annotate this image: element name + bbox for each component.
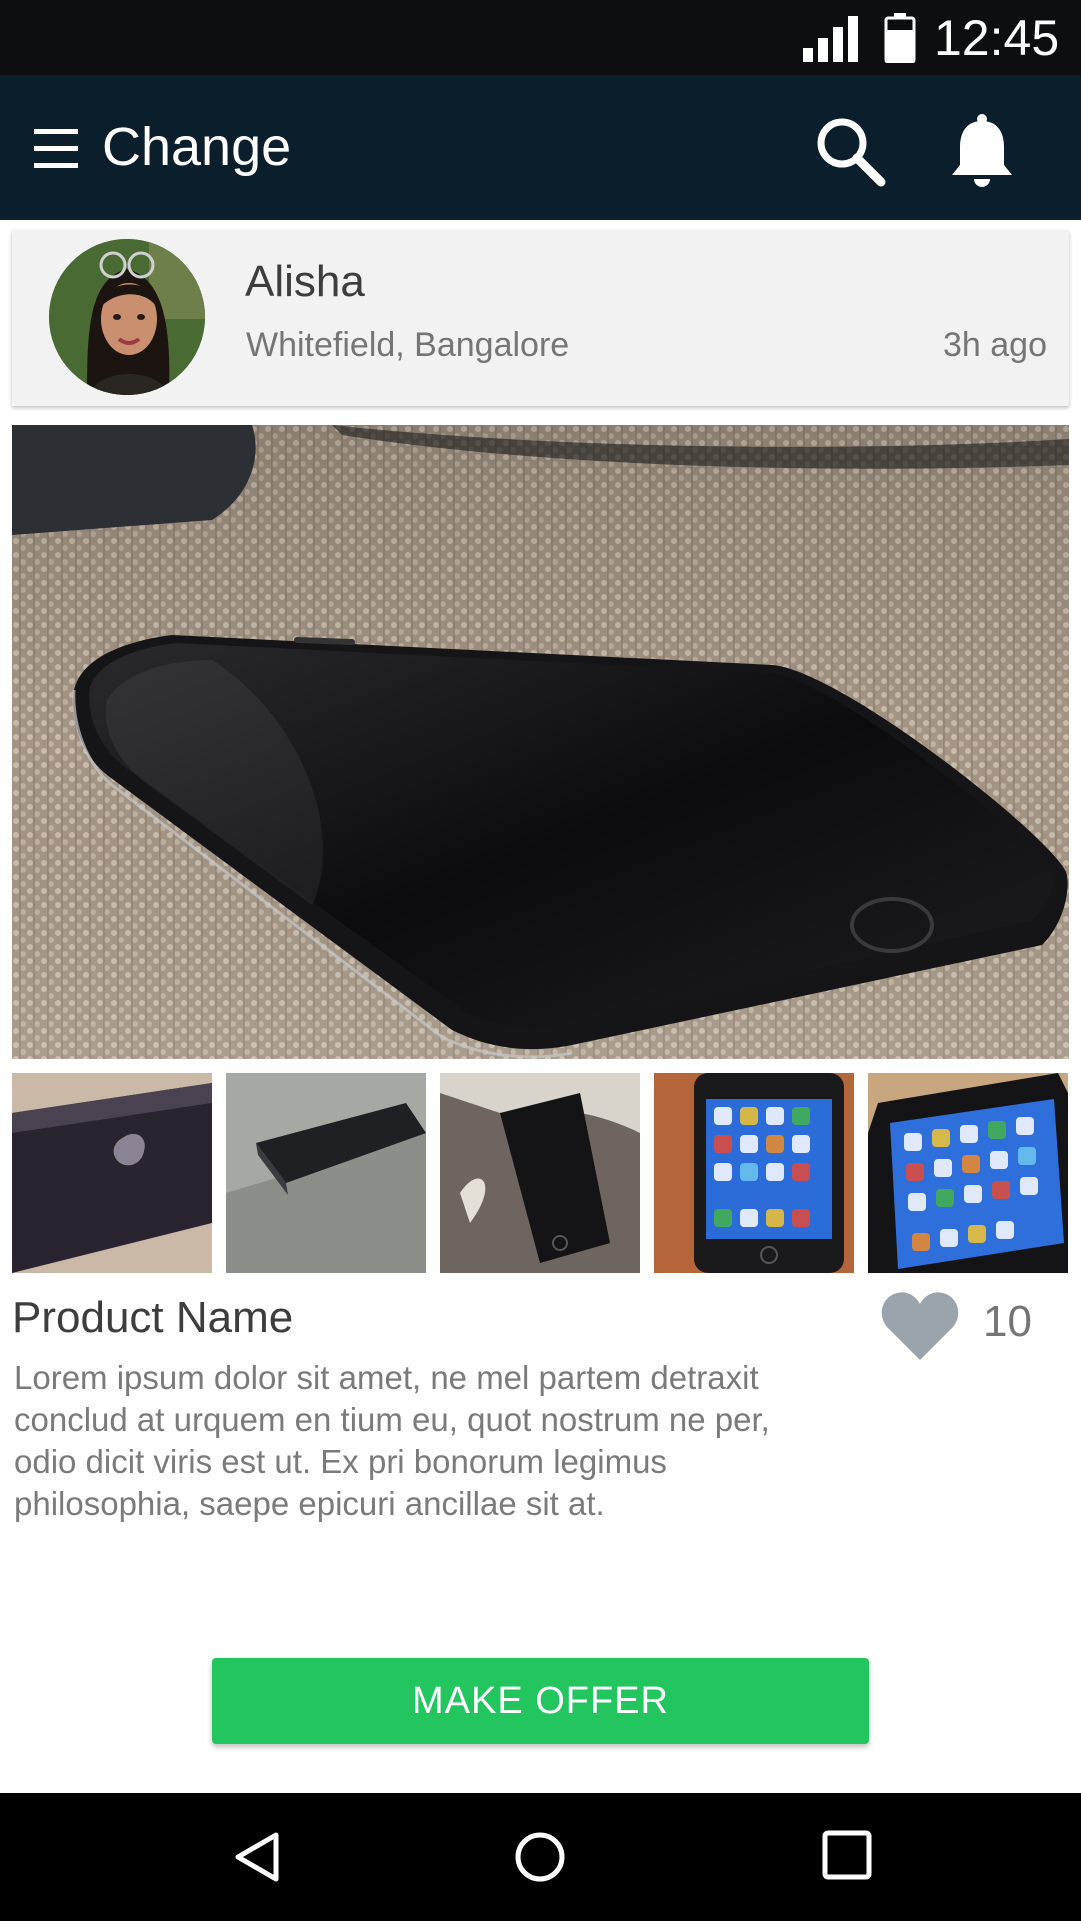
product-main-photo[interactable] [12,425,1069,1059]
thumbnail-5[interactable] [868,1073,1068,1273]
seller-card[interactable]: Alisha Whitefield, Bangalore 3h ago [12,230,1069,406]
seller-name[interactable]: Alisha [245,256,365,308]
thumbnail-3[interactable] [440,1073,640,1273]
home-icon[interactable] [512,1829,568,1885]
app-screen: 12:45 Change Alisha Whitefield, Bangalor… [0,0,1081,1921]
seller-location: Whitefield, Bangalore [246,326,570,364]
bell-icon[interactable] [948,113,1016,189]
thumbnail-2[interactable] [226,1073,426,1273]
heart-icon[interactable] [880,1290,960,1362]
system-nav-bar [0,1793,1081,1921]
like-count: 10 [983,1297,1032,1346]
post-time: 3h ago [943,326,1047,364]
signal-icon [803,16,858,62]
phone-photo [12,425,1069,1059]
back-icon[interactable] [230,1829,286,1885]
avatar[interactable] [49,239,205,395]
avatar-portrait [49,239,205,395]
product-name: Product Name [12,1293,294,1342]
app-title: Change [102,117,292,177]
thumbnail-image [868,1073,1068,1273]
recents-icon[interactable] [821,1829,873,1881]
status-clock: 12:45 [934,10,1060,66]
menu-icon[interactable] [34,129,78,169]
battery-icon [884,13,916,63]
product-description: Lorem ipsum dolor sit amet, ne mel parte… [14,1359,770,1522]
thumbnail-image [226,1073,426,1273]
search-icon[interactable] [814,115,886,187]
thumbnail-1[interactable] [12,1073,212,1273]
thumbnail-4[interactable] [654,1073,854,1273]
status-bar: 12:45 [0,0,1081,75]
thumbnail-image [12,1073,212,1273]
app-bar: Change [0,75,1081,220]
thumbnail-image [440,1073,640,1273]
thumbnail-image [654,1073,854,1273]
make-offer-button[interactable]: MAKE OFFER [212,1658,869,1744]
